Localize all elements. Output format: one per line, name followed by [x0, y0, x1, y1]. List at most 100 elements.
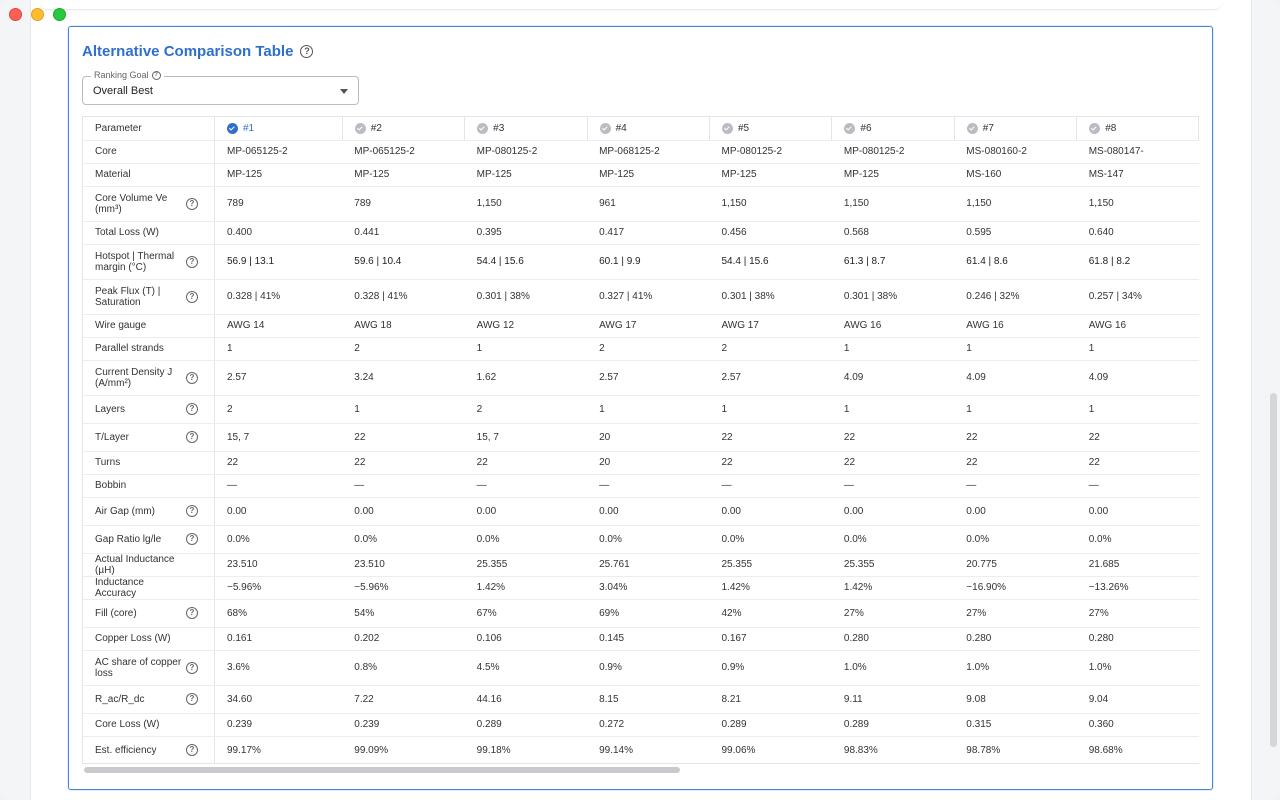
- table-cell: 0.417: [587, 221, 710, 245]
- table-cell: 59.6 | 10.4: [342, 244, 465, 280]
- column-header-4[interactable]: #4: [587, 117, 710, 141]
- table-cell: —: [954, 474, 1077, 498]
- help-icon[interactable]: ?: [300, 45, 314, 58]
- table-cell: 54.4 | 15.6: [464, 244, 588, 280]
- row-label-cell: Core: [83, 140, 215, 164]
- table-cell: 0.640: [1076, 221, 1199, 245]
- table-cell: 22: [954, 423, 1077, 452]
- column-header-3[interactable]: #3: [464, 117, 588, 141]
- table-cell: 0.280: [1076, 627, 1199, 651]
- row-label-cell: Core Volume Ve (mm³)?: [83, 186, 215, 222]
- table-cell: 27%: [1076, 599, 1199, 628]
- help-icon[interactable]: ?: [186, 661, 198, 674]
- column-header-1[interactable]: #1: [214, 117, 343, 141]
- table-cell: 0.400: [214, 221, 343, 245]
- table-cell: 0.00: [954, 497, 1077, 526]
- table-cell: AWG 16: [954, 314, 1077, 338]
- table-cell: 98.68%: [1076, 736, 1199, 763]
- help-icon[interactable]: ?: [186, 744, 198, 756]
- table-cell: 22: [464, 451, 588, 475]
- table-cell: 1: [214, 337, 343, 361]
- column-header-label: #8: [1105, 122, 1117, 134]
- comparison-table: Parameter #1 #2 #3 #4 #5 #6 #7 #8 Core MP-065125…: [83, 117, 1199, 763]
- column-header-8[interactable]: #8: [1076, 117, 1199, 141]
- row-label: Parallel strands: [95, 343, 164, 354]
- table-cell: 99.14%: [587, 736, 710, 763]
- table-cell: 99.09%: [342, 736, 465, 763]
- check-circle-icon: [844, 122, 856, 134]
- minimize-window-button[interactable]: [31, 8, 44, 21]
- table-row: Fill (core)? 68% 54% 67% 69% 42% 27% 27% 27%: [83, 599, 1199, 628]
- table-row: Copper Loss (W) 0.161 0.202 0.106 0.145 0.167…: [83, 627, 1199, 651]
- row-label-cell: Layers?: [83, 395, 215, 424]
- help-icon[interactable]: ?: [186, 255, 198, 268]
- table-cell: 789: [214, 186, 343, 222]
- table-cell: 1: [831, 395, 955, 424]
- horizontal-scrollbar[interactable]: [84, 767, 680, 773]
- row-label-cell: Bobbin: [83, 474, 215, 498]
- table-cell: 0.9%: [587, 650, 710, 686]
- row-label-cell: T/Layer?: [83, 423, 215, 452]
- table-cell: 4.09: [954, 360, 1077, 396]
- table-cell: 22: [342, 451, 465, 475]
- help-icon[interactable]: ?: [151, 70, 161, 80]
- help-icon[interactable]: ?: [186, 533, 198, 545]
- ranking-goal-select[interactable]: Ranking Goal ? Overall Best: [82, 70, 359, 105]
- table-cell: 1,150: [464, 186, 588, 222]
- row-label-cell: Current Density J (A/mm²)?: [83, 360, 215, 396]
- table-cell: 2: [214, 395, 343, 424]
- table-cell: 0.145: [587, 627, 710, 651]
- column-header-6[interactable]: #6: [831, 117, 955, 141]
- help-icon[interactable]: ?: [186, 197, 198, 210]
- table-cell: 0.0%: [831, 525, 955, 554]
- vertical-scrollbar[interactable]: [1270, 393, 1277, 747]
- table-row: Bobbin — — — — — — — —: [83, 474, 1199, 498]
- table-cell: 0.246 | 32%: [954, 279, 1077, 315]
- column-header-7[interactable]: #7: [954, 117, 1078, 141]
- previous-card-edge: [40, 0, 1222, 10]
- row-label: Bobbin: [95, 480, 127, 491]
- help-icon[interactable]: ?: [186, 431, 198, 443]
- table-cell: 27%: [831, 599, 955, 628]
- table-cell: 0.161: [214, 627, 343, 651]
- close-window-button[interactable]: [9, 8, 22, 21]
- maximize-window-button[interactable]: [53, 8, 66, 21]
- table-cell: 27%: [954, 599, 1077, 628]
- column-header-2[interactable]: #2: [342, 117, 466, 141]
- check-circle-icon: [721, 122, 733, 134]
- table-cell: 0.395: [464, 221, 588, 245]
- row-label-cell: Copper Loss (W): [83, 627, 215, 651]
- table-row: Current Density J (A/mm²)? 2.57 3.24 1.62 2.…: [83, 360, 1199, 396]
- table-row: Est. efficiency? 99.17% 99.09% 99.18% 99.14%…: [83, 736, 1199, 763]
- ranking-goal-label: Ranking Goal: [94, 70, 149, 80]
- table-cell: MP-125: [831, 163, 955, 187]
- table-cell: 34.60: [214, 685, 343, 714]
- table-cell: 0.301 | 38%: [709, 279, 832, 315]
- table-cell: 8.21: [709, 685, 832, 714]
- column-header-5[interactable]: #5: [709, 117, 833, 141]
- table-cell: 0.0%: [1076, 525, 1199, 554]
- row-label: Wire gauge: [95, 320, 147, 331]
- table-cell: 1,150: [1076, 186, 1199, 222]
- help-icon[interactable]: ?: [186, 403, 198, 415]
- help-icon[interactable]: ?: [186, 505, 198, 517]
- table-cell: 3.6%: [214, 650, 343, 686]
- row-label-cell: Est. efficiency?: [83, 736, 215, 763]
- comparison-table-scroll[interactable]: Parameter #1 #2 #3 #4 #5 #6 #7 #8 Core MP-065125…: [82, 116, 1199, 764]
- table-cell: 4.09: [831, 360, 955, 396]
- column-header-label: #3: [493, 122, 505, 134]
- table-row: Hotspot | Thermal margin (°C)? 56.9 | 13.…: [83, 244, 1199, 280]
- table-cell: 0.301 | 38%: [464, 279, 588, 315]
- check-circle-icon: [599, 122, 611, 134]
- help-icon[interactable]: ?: [186, 693, 198, 705]
- table-row: Total Loss (W) 0.400 0.441 0.395 0.417 0.456 0…: [83, 221, 1199, 245]
- help-icon[interactable]: ?: [186, 371, 198, 384]
- help-icon[interactable]: ?: [186, 290, 198, 303]
- table-cell: 20.775: [954, 553, 1077, 577]
- table-cell: 22: [342, 423, 465, 452]
- table-cell: 25.355: [831, 553, 955, 577]
- table-cell: MP-080125-2: [709, 140, 832, 164]
- table-cell: 22: [214, 451, 343, 475]
- help-icon[interactable]: ?: [186, 607, 198, 619]
- table-cell: 0.289: [831, 713, 955, 737]
